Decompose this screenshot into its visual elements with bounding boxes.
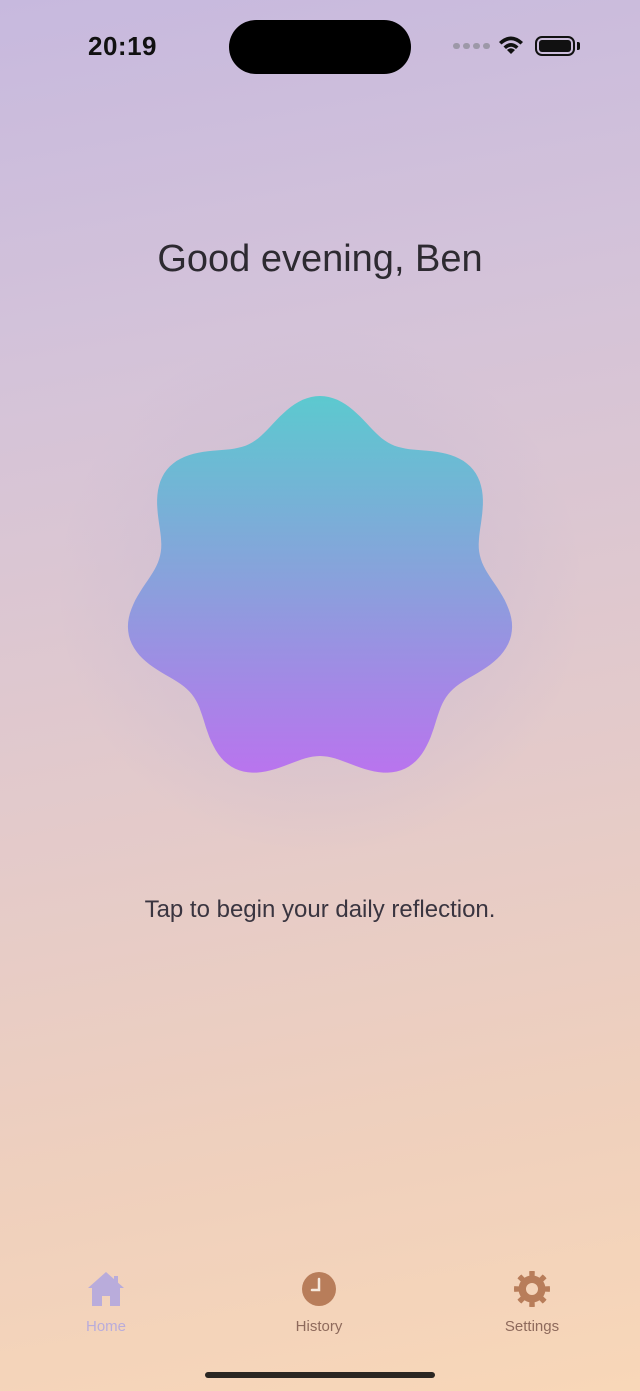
tab-home-label: Home	[85, 1318, 126, 1335]
status-bar: 20:19	[0, 0, 640, 96]
reflection-orb-button[interactable]	[120, 392, 520, 784]
battery-tip	[577, 42, 580, 50]
cellular-signal-icon	[453, 43, 490, 49]
wifi-icon	[499, 36, 523, 54]
greeting-title: Good evening, Ben	[157, 238, 483, 280]
tab-bar: Home History Settings	[0, 1270, 640, 1350]
battery-icon	[535, 36, 575, 56]
status-time: 20:19	[88, 31, 157, 61]
home-indicator	[205, 1372, 435, 1378]
tab-settings-label: Settings	[504, 1318, 560, 1335]
tab-history[interactable]: History	[259, 1270, 379, 1335]
gear-icon	[514, 1271, 550, 1307]
home-icon	[88, 1272, 124, 1306]
tab-settings[interactable]: Settings	[472, 1270, 592, 1335]
tab-home[interactable]: Home	[46, 1270, 166, 1335]
dynamic-island	[229, 20, 411, 74]
reflection-prompt: Tap to begin your daily reflection.	[144, 896, 496, 923]
tab-history-label: History	[295, 1318, 343, 1335]
clock-icon	[302, 1272, 336, 1306]
orb-shape[interactable]	[127, 396, 513, 773]
